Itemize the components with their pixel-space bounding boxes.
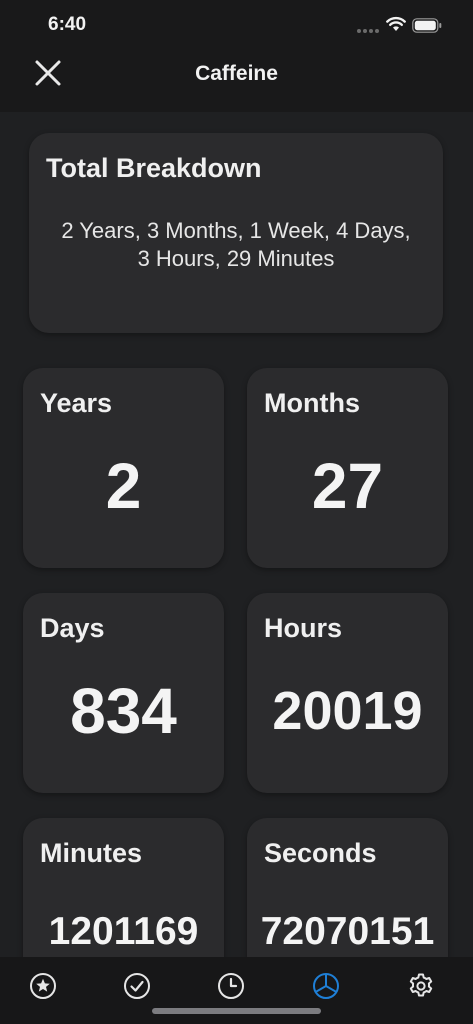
hours-value: 20019 — [272, 681, 423, 741]
battery-icon — [412, 18, 442, 33]
seconds-label: Seconds — [264, 838, 377, 868]
header: 6:40 Caffeine — [0, 0, 473, 112]
days-card: Days 834 — [23, 593, 224, 793]
months-value: 27 — [311, 450, 384, 522]
seconds-value: 72070151 — [260, 910, 435, 953]
status-time: 6:40 — [48, 14, 87, 35]
hours-label: Hours — [264, 613, 343, 643]
hours-card: Hours 20019 — [247, 593, 448, 793]
years-value: 2 — [105, 450, 142, 522]
months-label: Months — [264, 388, 360, 418]
star-icon[interactable] — [28, 971, 58, 1001]
years-card: Years 2 — [23, 368, 224, 568]
clock-icon[interactable] — [216, 971, 246, 1001]
checkmark-icon[interactable] — [122, 971, 152, 1001]
screen: 6:40 Caffeine Total Breakdown 2 Years, 3… — [0, 0, 473, 1024]
gear-icon[interactable] — [406, 971, 436, 1001]
pie-chart-icon[interactable] — [311, 971, 341, 1001]
total-breakdown-text: 2 Years, 3 Months, 1 Week, 4 Days, 3 Hou… — [61, 218, 411, 271]
total-breakdown-card: Total Breakdown 2 Years, 3 Months, 1 Wee… — [29, 133, 443, 333]
years-label: Years — [40, 388, 113, 418]
minutes-label: Minutes — [40, 838, 143, 868]
page-title: Caffeine — [195, 62, 278, 85]
minutes-value: 1201169 — [48, 910, 199, 953]
home-indicator — [152, 1008, 321, 1014]
total-breakdown-title: Total Breakdown — [46, 153, 262, 183]
days-value: 834 — [70, 675, 177, 747]
wifi-icon — [386, 16, 406, 31]
days-label: Days — [40, 613, 105, 643]
months-card: Months 27 — [247, 368, 448, 568]
cellular-signal-icon — [357, 28, 379, 34]
